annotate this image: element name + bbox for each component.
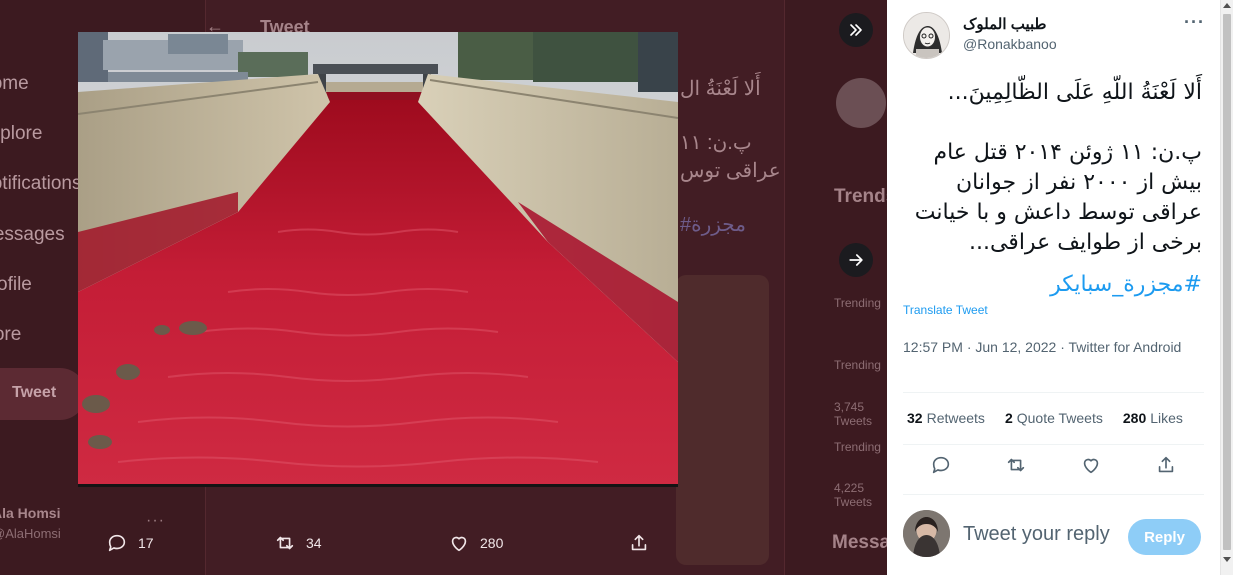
reply-submit-button[interactable]: Reply xyxy=(1128,519,1201,555)
reply-avatar xyxy=(903,510,950,557)
media-share-button[interactable] xyxy=(628,532,650,554)
media-reply-button[interactable]: 17 xyxy=(106,532,154,554)
bg-tweet-text: پ.ن: ۱۱ xyxy=(680,132,752,154)
nav-messages: Messages xyxy=(0,224,65,245)
likes-stat[interactable]: 280 Likes xyxy=(1123,410,1183,426)
tweet-detail-panel: طبیب الملوک @Ronakbanoo ··· أَلا لَعْنَة… xyxy=(887,0,1220,575)
arrow-right-icon xyxy=(849,254,863,266)
bg-trends-title: Trends xyxy=(834,186,887,207)
retweet-icon xyxy=(276,536,294,550)
double-chevron-right-icon xyxy=(850,24,862,36)
reply-button[interactable] xyxy=(930,454,952,476)
bg-trend-label: 4,225 Tweets xyxy=(834,481,873,509)
heart-icon xyxy=(451,536,467,552)
scrollbar[interactable] xyxy=(1220,0,1233,575)
divider xyxy=(903,494,1204,495)
nav-profile: Profile xyxy=(0,274,32,295)
more-options-icon[interactable]: ··· xyxy=(1184,12,1205,33)
scroll-up-arrow-icon[interactable] xyxy=(1223,3,1231,8)
media-like-count: 280 xyxy=(480,535,504,551)
bg-trend-label: Trending xyxy=(834,358,881,372)
bg-trend-label: Trending xyxy=(834,296,881,310)
bg-more-icon: ··· xyxy=(146,512,165,529)
translate-tweet-link[interactable]: Translate Tweet xyxy=(903,303,988,317)
media-reply-count: 17 xyxy=(138,535,154,551)
share-button[interactable] xyxy=(1155,454,1177,476)
scroll-down-arrow-icon[interactable] xyxy=(1223,557,1231,562)
retweet-button[interactable] xyxy=(1005,454,1027,476)
display-name[interactable]: طبیب الملوک xyxy=(963,15,1046,33)
retweets-stat[interactable]: 32 Retweets xyxy=(907,410,985,426)
nav-more: More xyxy=(0,324,22,345)
bg-tweet-button: Tweet xyxy=(0,368,86,420)
quote-tweets-stat[interactable]: 2 Quote Tweets xyxy=(1005,410,1103,426)
nav-home: Home xyxy=(0,73,29,94)
tweet-actions xyxy=(903,454,1204,476)
reply-icon xyxy=(932,456,949,474)
bg-hashtag: #مجزرة xyxy=(680,214,746,236)
media-image[interactable] xyxy=(78,32,678,487)
divider xyxy=(903,392,1204,393)
next-image-button[interactable] xyxy=(839,243,873,277)
reply-avatar-photo xyxy=(903,510,950,557)
avatar[interactable] xyxy=(903,12,950,59)
bg-tweet-text: عراقی توس xyxy=(680,160,781,182)
user-handle[interactable]: @Ronakbanoo xyxy=(963,36,1057,52)
nav-explore: Explore xyxy=(0,123,43,144)
bg-user-handle: @AlaHomsi xyxy=(0,526,61,541)
tweet-text: أَلا لَعْنَةُ اللّهِ عَلَى الظّالِمِينَ.… xyxy=(914,80,1202,255)
reply-input[interactable] xyxy=(963,523,1133,546)
bg-tweet-text: أَلا لَعْنَةُ ال xyxy=(680,78,761,100)
bg-media-thumb xyxy=(676,275,769,565)
divider xyxy=(903,444,1204,445)
tweet-stats: 32 Retweets 2 Quote Tweets 280 Likes xyxy=(907,410,1183,426)
reply-icon xyxy=(108,534,126,552)
bg-user-name: Ala Homsi xyxy=(0,505,61,521)
share-icon xyxy=(631,534,647,551)
media-retweet-count: 34 xyxy=(306,535,322,551)
hashtag-link[interactable]: #مجزرة_سبايكر xyxy=(1050,272,1202,297)
collapse-panel-button[interactable] xyxy=(839,13,873,47)
share-icon xyxy=(1159,456,1174,473)
bg-trend-label: 3,745 Tweets xyxy=(834,400,873,428)
avatar-illustration xyxy=(904,13,949,58)
red-river-photo xyxy=(78,32,678,484)
scrollbar-thumb[interactable] xyxy=(1223,14,1231,550)
media-like-button[interactable]: 280 xyxy=(448,532,503,554)
like-button[interactable] xyxy=(1080,454,1102,476)
heart-icon xyxy=(1083,458,1099,474)
tweet-timestamp: 12:57 PM · Jun 12, 2022 · Twitter for An… xyxy=(903,339,1182,355)
media-retweet-button[interactable]: 34 xyxy=(274,532,322,554)
retweet-icon xyxy=(1007,458,1025,472)
bg-trend-label: Trending xyxy=(834,440,881,454)
nav-notifications: Notifications xyxy=(0,173,82,194)
bg-messages-title: Messages xyxy=(832,532,887,553)
bg-avatar xyxy=(836,78,886,128)
